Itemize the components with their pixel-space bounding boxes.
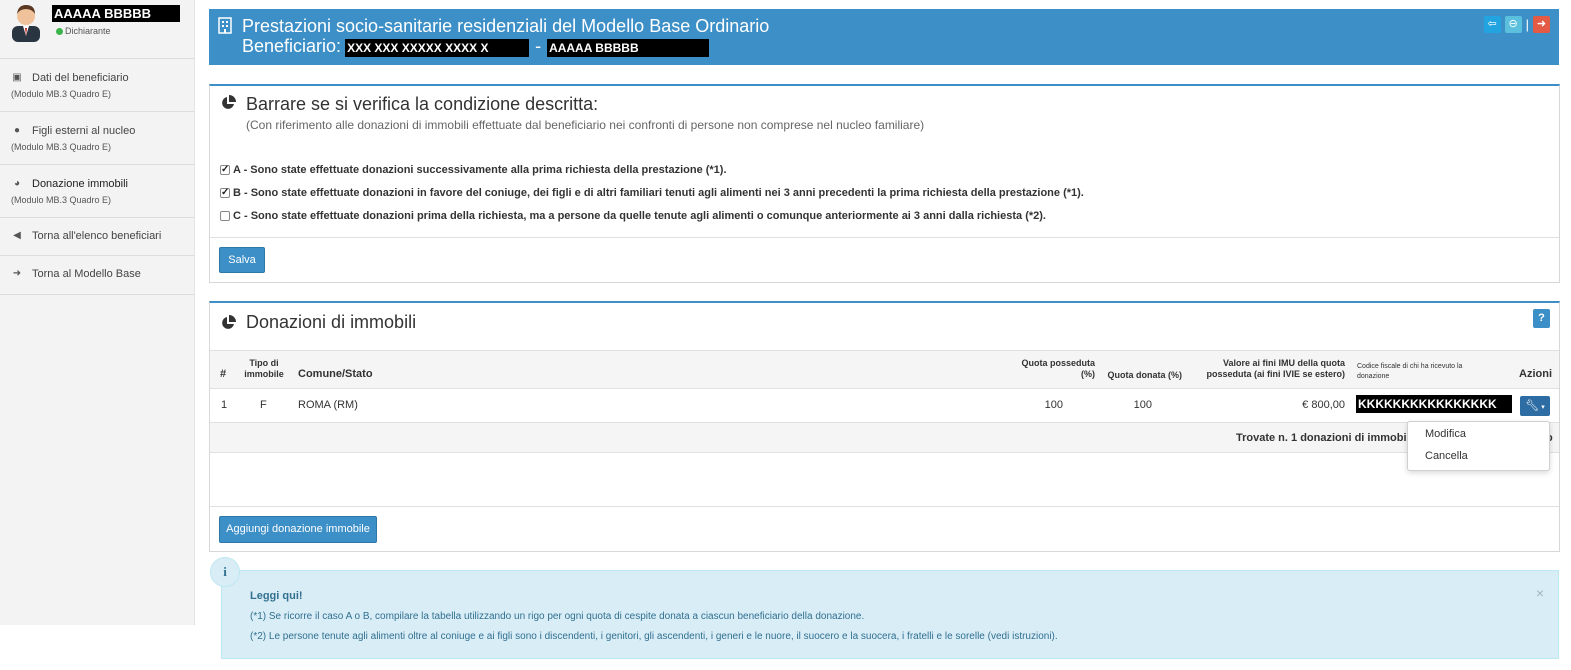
donations-title: Donazioni di immobili — [246, 312, 417, 332]
pie-chart-icon: ◕ — [13, 178, 21, 189]
cell-quota-posseduta: 100 — [1044, 399, 1063, 411]
info-title: Leggi qui! — [250, 590, 303, 602]
sidebar-item-torna-elenco[interactable]: ◀ Torna all'elenco beneficiari — [0, 218, 194, 256]
info-alert: Leggi qui! (*1) Se ricorre il caso A o B… — [221, 570, 1559, 659]
pie-chart-icon — [222, 315, 236, 329]
cell-valore: € 800,00 — [1302, 399, 1345, 411]
arrow-left-icon: ⇦ — [1487, 18, 1497, 30]
sidebar-item-sub: (Modulo MB.3 Quadro E) — [11, 195, 112, 205]
condition-a-label: A - Sono state effettuate donazioni succ… — [233, 164, 727, 176]
donations-panel: Donazioni di immobili ? # Tipo di immobi… — [209, 301, 1560, 552]
cell-quota-donata: 100 — [1133, 399, 1152, 411]
beneficiary-separator: - — [535, 36, 542, 56]
user-role-label: Dichiarante — [65, 26, 111, 36]
avatar — [12, 5, 40, 42]
row-actions-menu: Modifica Cancella — [1407, 421, 1550, 471]
sidebar-item-donazione-immobili[interactable]: ◕ Donazione immobili (Modulo MB.3 Quadro… — [0, 165, 194, 218]
beneficiary-code: XXX XXX XXXXX XXXX X — [345, 38, 530, 57]
conditions-subtitle: (Con riferimento alle donazioni di immob… — [246, 118, 925, 132]
user-box: AAAAA BBBBB Dichiarante — [0, 0, 194, 59]
col-azioni: Azioni — [1519, 368, 1552, 380]
sidebar-item-sub: (Modulo MB.3 Quadro E) — [11, 89, 112, 99]
menu-item-modifica[interactable]: Modifica — [1425, 428, 1466, 440]
sidebar-item-label: Figli esterni al nucleo — [32, 125, 136, 137]
col-valore: Valore ai fini IMU della quota posseduta… — [1206, 358, 1345, 379]
circle-left-icon: ◀ — [13, 230, 21, 241]
condition-b-label: B - Sono state effettuate donazioni in f… — [233, 187, 1084, 199]
tools-separator: | — [1525, 17, 1529, 32]
sidebar: AAAAA BBBBB Dichiarante ▣ Dati del benef… — [0, 0, 195, 625]
row-actions-button[interactable]: 🔧︎ ▾ — [1520, 396, 1550, 416]
cell-comune: ROMA (RM) — [298, 399, 358, 411]
exit-button[interactable]: ➜ — [1533, 16, 1550, 33]
col-quota-posseduta: Quota posseduta (%) — [1021, 358, 1095, 379]
table-footer: Trovate n. 1 donazioni di immobi o — [210, 423, 1559, 453]
close-icon[interactable]: × — [1536, 585, 1544, 601]
conditions-panel: Barrare se si verifica la condizione des… — [209, 84, 1560, 283]
sidebar-item-label: Torna all'elenco beneficiari — [32, 230, 162, 242]
cell-num: 1 — [221, 399, 228, 411]
col-comune: Comune/Stato — [298, 368, 373, 380]
beneficiary-line: Beneficiario: XXX XXX XXXXX XXXX X - AAA… — [242, 36, 710, 57]
info-line-2: (*2) Le persone tenute agli alimenti olt… — [250, 631, 1058, 642]
col-num: # — [220, 368, 227, 380]
condition-a: ✓ A - Sono state effettuate donazioni su… — [220, 164, 727, 176]
arrow-left-circle-icon: ⊖ — [1508, 18, 1518, 30]
info-line-1: (*1) Se ricorre il caso A o B, compilare… — [250, 611, 865, 622]
conditions-title: Barrare se si verifica la condizione des… — [246, 94, 599, 114]
info-icon: i — [210, 557, 240, 587]
sidebar-item-label: Torna al Modello Base — [32, 268, 141, 280]
sidebar-item-torna-modello[interactable]: ➜ Torna al Modello Base — [0, 256, 194, 295]
col-codice: Codice fiscale di chi ha ricevuto la don… — [1357, 363, 1463, 380]
page-title: Prestazioni socio-sanitarie residenziali… — [242, 16, 770, 36]
condition-a-checkbox[interactable]: ✓ — [220, 165, 230, 175]
divider — [210, 506, 1559, 507]
col-quota-donata: Quota donata (%) — [1107, 370, 1183, 380]
col-tipo: Tipo di immobile — [244, 358, 284, 379]
user-name: AAAAA BBBBB — [52, 5, 180, 22]
users-icon: ● — [13, 125, 21, 136]
previous-button[interactable]: ⊖ — [1504, 16, 1522, 33]
sign-out-icon: ➜ — [12, 268, 22, 279]
pie-chart-icon — [222, 95, 236, 109]
sidebar-item-label: Dati del beneficiario — [32, 72, 129, 84]
table-row: 1 F ROMA (RM) 100 100 € 800,00 KKKKKKKKK… — [210, 389, 1559, 423]
status-dot-icon — [56, 28, 63, 35]
condition-c-checkbox[interactable] — [220, 211, 230, 221]
add-donation-button[interactable]: Aggiungi donazione immobile — [219, 516, 377, 543]
condition-b-checkbox[interactable]: ✓ — [220, 188, 230, 198]
sidebar-item-label: Donazione immobili — [32, 178, 128, 190]
wrench-icon: 🔧︎ — [1525, 400, 1540, 412]
caret-down-icon: ▾ — [1539, 404, 1545, 411]
divider — [210, 237, 1559, 238]
id-card-icon: ▣ — [12, 72, 22, 83]
table-header: # Tipo di immobile Comune/Stato Quota po… — [210, 350, 1559, 389]
building-icon — [218, 17, 232, 34]
sidebar-item-figli-esterni[interactable]: ● Figli esterni al nucleo (Modulo MB.3 Q… — [0, 112, 194, 165]
header-tools: ⇦ ⊖ | ➜ — [1483, 16, 1550, 33]
table-count: Trovate n. 1 donazioni di immobi — [1236, 432, 1407, 444]
beneficiary-label: Beneficiario: — [242, 36, 342, 56]
back-button[interactable]: ⇦ — [1483, 16, 1501, 33]
user-role: Dichiarante — [56, 26, 111, 36]
sidebar-item-dati-beneficiario[interactable]: ▣ Dati del beneficiario (Modulo MB.3 Qua… — [0, 59, 194, 112]
cell-codice: KKKKKKKKKKKKKKKK — [1356, 395, 1512, 413]
sign-out-icon: ➜ — [1536, 18, 1547, 30]
condition-c-label: C - Sono state effettuate donazioni prim… — [233, 210, 1046, 222]
menu-item-cancella[interactable]: Cancella — [1425, 450, 1468, 462]
beneficiary-name: AAAAA BBBBB — [547, 38, 710, 57]
condition-b: ✓ B - Sono state effettuate donazioni in… — [220, 187, 1084, 199]
condition-c: C - Sono state effettuate donazioni prim… — [220, 210, 1046, 222]
help-button[interactable]: ? — [1533, 309, 1550, 328]
page-header: Prestazioni socio-sanitarie residenziali… — [209, 9, 1559, 65]
save-button[interactable]: Salva — [219, 247, 265, 273]
cell-tipo: F — [260, 399, 267, 411]
sidebar-item-sub: (Modulo MB.3 Quadro E) — [11, 142, 112, 152]
